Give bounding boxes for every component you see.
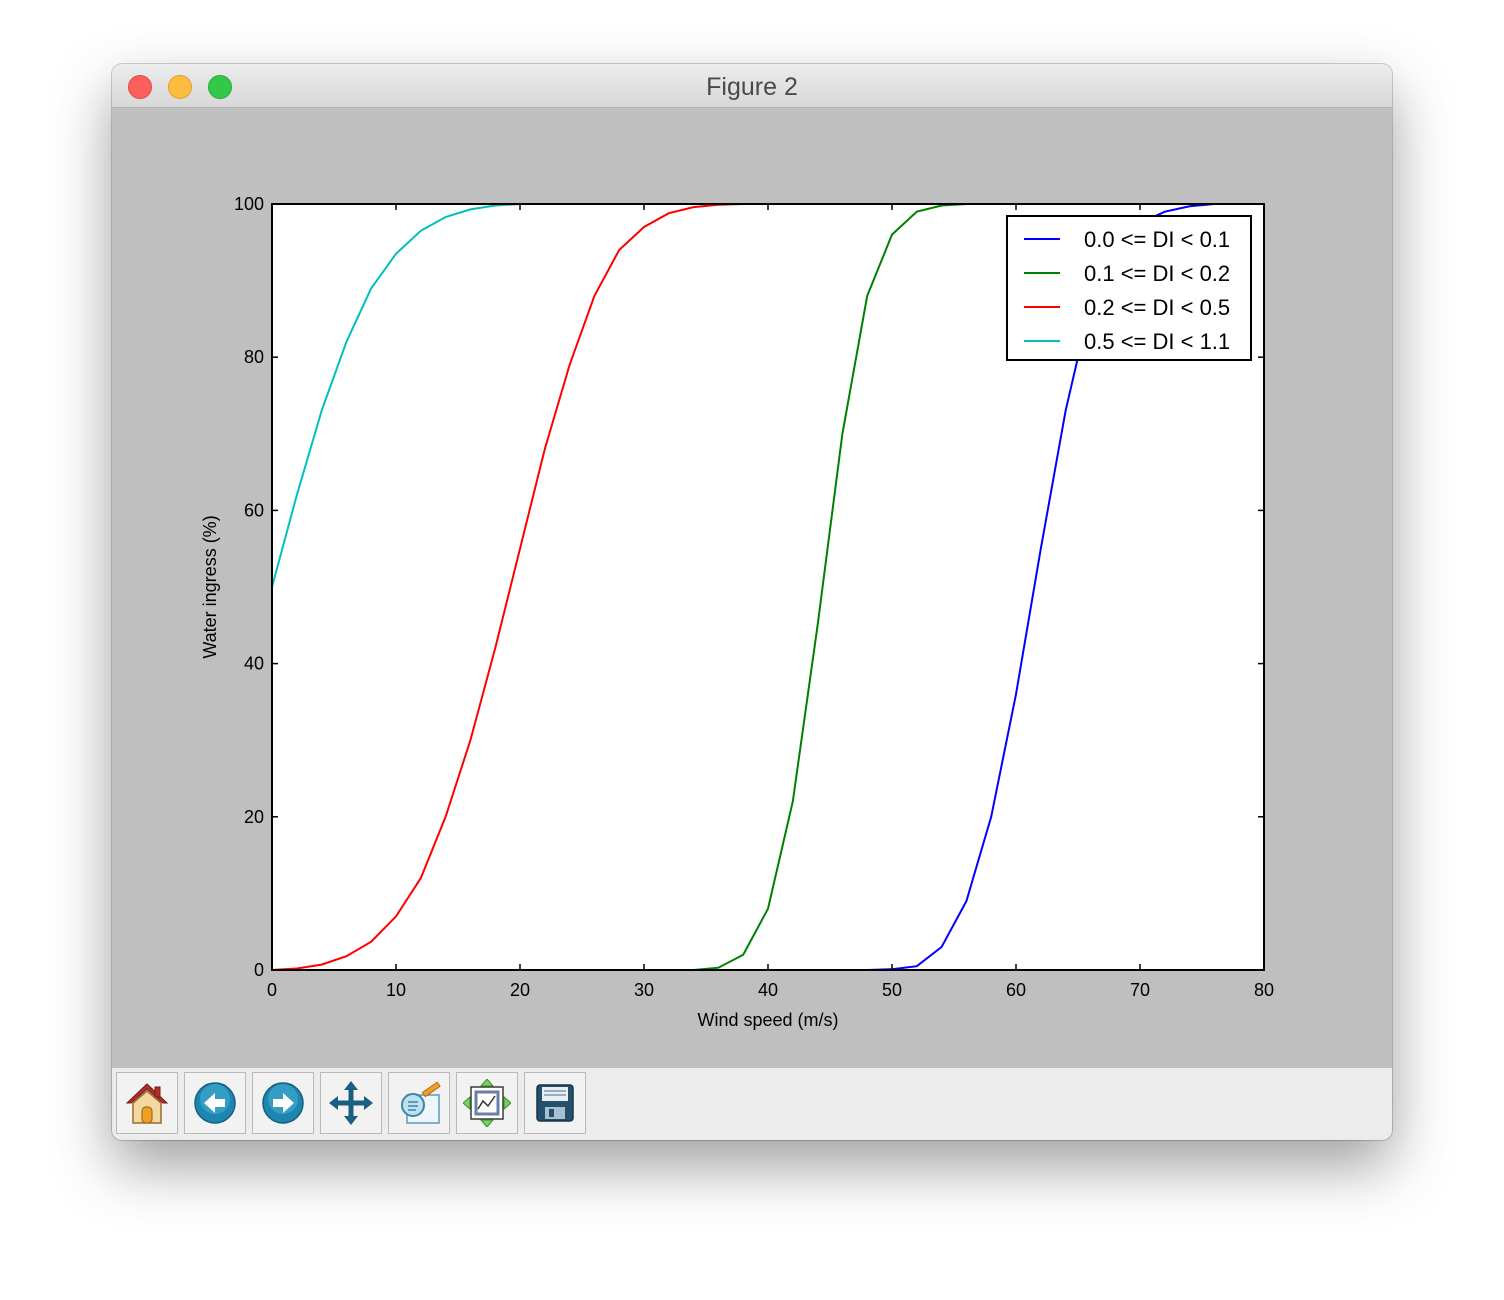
home-button[interactable] <box>116 1072 178 1134</box>
x-tick-label: 10 <box>386 980 406 1000</box>
x-tick-label: 60 <box>1006 980 1026 1000</box>
y-tick-label: 60 <box>244 500 264 520</box>
zoom-rect-icon <box>401 1081 441 1124</box>
back-arrow-icon <box>194 1082 236 1124</box>
figure-window: Figure 2 0 10 20 30 40 50 60 70 80 0 20 40 60 80 100 W… <box>112 64 1392 1140</box>
line-chart: 0 10 20 30 40 50 60 70 80 0 20 40 60 80 100 Wind speed… <box>200 194 1274 1030</box>
window-title: Figure 2 <box>706 73 798 101</box>
subplots-button[interactable] <box>456 1072 518 1134</box>
y-tick-label: 100 <box>234 194 264 214</box>
x-tick-label: 70 <box>1130 980 1150 1000</box>
y-tick-label: 80 <box>244 347 264 367</box>
x-tick-label: 80 <box>1254 980 1274 1000</box>
legend-label: 0.1 <= DI < 0.2 <box>1084 261 1230 286</box>
legend-label: 0.0 <= DI < 0.1 <box>1084 227 1230 252</box>
legend: 0.0 <= DI < 0.1 0.1 <= DI < 0.2 0.2 <= DI … <box>1006 215 1252 361</box>
save-button[interactable] <box>524 1072 586 1134</box>
x-axis-label: Wind speed (m/s) <box>697 1010 838 1030</box>
back-button[interactable] <box>184 1072 246 1134</box>
legend-label: 0.2 <= DI < 0.5 <box>1084 295 1230 320</box>
floppy-disk-icon <box>536 1084 574 1122</box>
title-bar[interactable]: Figure 2 <box>112 64 1392 108</box>
x-tick-label: 40 <box>758 980 778 1000</box>
navigation-toolbar <box>112 1068 1392 1140</box>
x-tick-label: 0 <box>267 980 277 1000</box>
move-arrows-icon <box>329 1081 373 1125</box>
y-tick-label: 40 <box>244 654 264 674</box>
x-tick-label: 50 <box>882 980 902 1000</box>
home-icon <box>125 1083 169 1124</box>
y-tick-label: 20 <box>244 807 264 827</box>
forward-button[interactable] <box>252 1072 314 1134</box>
figure-canvas: 0 10 20 30 40 50 60 70 80 0 20 40 60 80 100 Wind speed… <box>112 108 1392 1068</box>
y-axis-label: Water ingress (%) <box>200 515 220 658</box>
forward-arrow-icon <box>262 1082 304 1124</box>
x-tick-label: 30 <box>634 980 654 1000</box>
x-tick-label: 20 <box>510 980 530 1000</box>
y-tick-label: 0 <box>254 960 264 980</box>
legend-label: 0.5 <= DI < 1.1 <box>1084 329 1230 354</box>
subplots-config-icon <box>463 1079 511 1127</box>
pan-button[interactable] <box>320 1072 382 1134</box>
zoom-button-tool[interactable] <box>388 1072 450 1134</box>
